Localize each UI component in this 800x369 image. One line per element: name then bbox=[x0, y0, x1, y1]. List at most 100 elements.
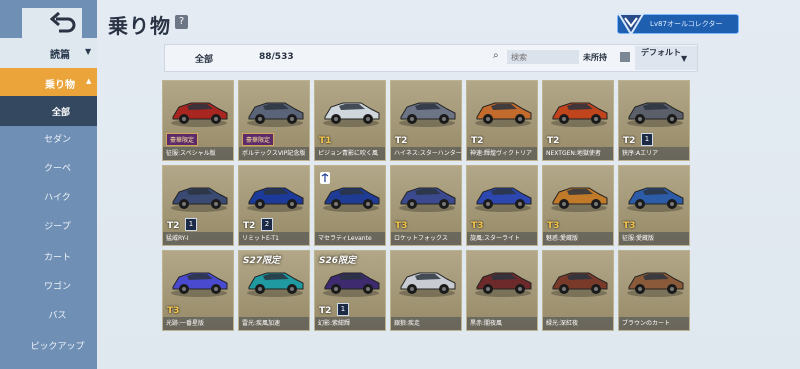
dropdown-arrow-icon: ▼ bbox=[85, 47, 92, 56]
vehicle-name: 狭序:Aエリア bbox=[619, 147, 689, 160]
vehicle-card[interactable]: T3 光跡:一番星版 bbox=[162, 250, 234, 331]
sort-dropdown[interactable]: デフォルト ▼ bbox=[635, 46, 697, 70]
unowned-checkbox[interactable] bbox=[620, 52, 630, 62]
vehicle-card[interactable]: 緑光:深紅夜 bbox=[542, 250, 614, 331]
vehicle-image bbox=[475, 272, 532, 297]
vehicle-image bbox=[627, 187, 684, 212]
sidebar-item-coupe[interactable]: クーペ bbox=[0, 155, 97, 184]
sidebar-item-jeep[interactable]: ジープ bbox=[0, 213, 97, 242]
back-button[interactable] bbox=[22, 8, 82, 38]
vehicle-image bbox=[323, 102, 380, 127]
tier-badge: T1 bbox=[319, 136, 332, 146]
vehicle-grid: 豪華限定 征服:スペシャル版 豪華限定 ボルテックスVIP記念版 T1 ピジョン青影に吹く… bbox=[162, 80, 698, 369]
vehicle-name: マセラティLevante bbox=[315, 232, 385, 245]
vehicle-image bbox=[627, 102, 684, 127]
vehicle-card[interactable]: S27限定雷光:疾風加速 bbox=[238, 250, 310, 331]
vehicle-card[interactable]: T2 ハイネス:スターハンター bbox=[390, 80, 462, 161]
vehicle-name: ロケットフォックス bbox=[391, 232, 461, 245]
vehicle-image bbox=[475, 187, 532, 212]
vehicle-image bbox=[551, 187, 608, 212]
vehicle-card[interactable]: T2 神速:輝煌ヴィクトリア bbox=[466, 80, 538, 161]
vehicle-card[interactable]: T2 2 リミットE-T1 bbox=[238, 165, 310, 246]
vehicle-image bbox=[399, 272, 456, 297]
vehicle-name: 征服:スペシャル版 bbox=[163, 147, 233, 160]
vehicle-image bbox=[171, 187, 228, 212]
vehicle-image bbox=[171, 102, 228, 127]
sidebar-item-label: バス bbox=[48, 311, 67, 321]
back-arrow-icon bbox=[50, 12, 76, 33]
tier-badge: T2 bbox=[623, 136, 636, 146]
sidebar: 読篇 ▼ 乗り物 ▲ 全部 セダン クーペ ハイク ジープ カート ワゴン バス… bbox=[0, 0, 97, 369]
level-badge: 2 bbox=[261, 218, 273, 231]
tier-badge: T3 bbox=[395, 221, 408, 231]
unowned-filter-label: 未所持 bbox=[583, 53, 607, 62]
sidebar-item-label: カート bbox=[43, 253, 71, 263]
sidebar-item-kart[interactable]: カート bbox=[0, 244, 97, 273]
search-icon: ⌕ bbox=[493, 50, 499, 61]
vehicle-card[interactable]: T2 1 猛威RY-I bbox=[162, 165, 234, 246]
level-badge: 1 bbox=[185, 218, 197, 231]
vehicle-name: 神速:輝煌ヴィクトリア bbox=[467, 147, 537, 160]
tier-badge: T2 bbox=[167, 221, 180, 231]
vehicle-image bbox=[247, 102, 304, 127]
collector-badge[interactable]: Lv87オールコレクター bbox=[617, 13, 739, 36]
tier-badge: T3 bbox=[547, 221, 560, 231]
vehicle-card[interactable]: S26限定 T2 1 幻影:紫紺輝 bbox=[314, 250, 386, 331]
sidebar-sub-label: 全部 bbox=[52, 108, 71, 118]
vehicle-card[interactable]: 豪華限定 征服:スペシャル版 bbox=[162, 80, 234, 161]
filter-bar: 全部 88/533 ⌕ 未所持 デフォルト ▼ bbox=[164, 44, 698, 72]
chevron-down-icon: ▼ bbox=[681, 54, 688, 63]
category-label: 読篇 bbox=[50, 50, 70, 61]
vehicle-card[interactable]: マセラティLevante bbox=[314, 165, 386, 246]
sidebar-item-bus[interactable]: バス bbox=[0, 302, 97, 331]
sidebar-item-wagon[interactable]: ワゴン bbox=[0, 273, 97, 302]
vehicle-card[interactable]: T2 NEXTGEN:地獄使者 bbox=[542, 80, 614, 161]
search-input[interactable] bbox=[507, 50, 579, 64]
vehicle-card[interactable]: 銀狼:疾走 bbox=[390, 250, 462, 331]
vehicle-name: ブラウンのカート bbox=[619, 317, 689, 330]
tier-badge: T2 bbox=[547, 136, 560, 146]
vehicle-name: 征服:愛蔵版 bbox=[619, 232, 689, 245]
category-dropdown[interactable]: 読篇 ▼ bbox=[0, 38, 97, 68]
level-badge: 1 bbox=[337, 303, 349, 316]
vehicle-image bbox=[627, 272, 684, 297]
vehicle-image bbox=[399, 187, 456, 212]
vehicle-card[interactable]: 豪華限定 ボルテックスVIP記念版 bbox=[238, 80, 310, 161]
vehicle-name: 猛威RY-I bbox=[163, 232, 233, 245]
sidebar-item-vehicles[interactable]: 乗り物 ▲ bbox=[0, 68, 97, 96]
vehicle-card[interactable]: ブラウンのカート bbox=[618, 250, 690, 331]
tier-badge: T3 bbox=[167, 306, 180, 316]
vehicle-image bbox=[551, 102, 608, 127]
premium-limited-badge: 豪華限定 bbox=[242, 133, 275, 146]
sidebar-item-label: ハイク bbox=[44, 193, 71, 203]
vehicle-image bbox=[247, 187, 304, 212]
sidebar-item-all[interactable]: 全部 bbox=[0, 96, 97, 126]
help-button[interactable]: ? bbox=[175, 15, 188, 29]
vehicle-card[interactable]: T2 1 狭序:Aエリア bbox=[618, 80, 690, 161]
vehicle-name: 黒赤:闇夜風 bbox=[467, 317, 537, 330]
vehicle-card[interactable]: 黒赤:闇夜風 bbox=[466, 250, 538, 331]
season-limited-badge: S26限定 bbox=[319, 256, 357, 266]
season-limited-badge: S27限定 bbox=[243, 256, 281, 266]
sort-label: デフォルト bbox=[641, 48, 681, 57]
sidebar-item-sedan[interactable]: セダン bbox=[0, 126, 97, 155]
page-title: 乗り物 bbox=[108, 14, 171, 38]
vehicle-name: 光跡:一番星版 bbox=[163, 317, 233, 330]
vehicle-name: 幻影:紫紺輝 bbox=[315, 317, 385, 330]
vehicle-card[interactable]: T1 ピジョン青影に吹く風 bbox=[314, 80, 386, 161]
vehicle-name: 雷光:疾風加速 bbox=[239, 317, 309, 330]
vehicle-name: 魅惑:愛蔵版 bbox=[543, 232, 613, 245]
vehicle-name: ハイネス:スターハンター bbox=[391, 147, 461, 160]
vehicle-name: 銀狼:疾走 bbox=[391, 317, 461, 330]
vehicle-card[interactable]: T3 魅惑:愛蔵版 bbox=[542, 165, 614, 246]
tier-badge: T2 bbox=[319, 306, 332, 316]
maserati-logo-icon bbox=[319, 169, 331, 184]
vehicle-card[interactable]: T3 ロケットフォックス bbox=[390, 165, 462, 246]
sidebar-item-bike[interactable]: ハイク bbox=[0, 184, 97, 213]
vehicle-card[interactable]: T3 征服:愛蔵版 bbox=[618, 165, 690, 246]
tier-badge: T2 bbox=[471, 136, 484, 146]
vehicle-card[interactable]: T3 旋風:スターライト bbox=[466, 165, 538, 246]
sidebar-item-pickup[interactable]: ピックアップ bbox=[0, 333, 97, 362]
collapse-arrow-icon: ▲ bbox=[86, 77, 92, 85]
tier-badge: T3 bbox=[471, 221, 484, 231]
